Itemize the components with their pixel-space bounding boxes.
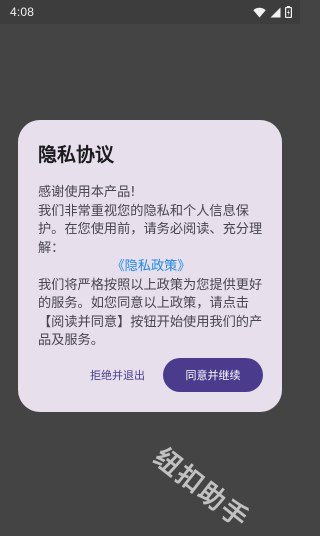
battery-icon bbox=[285, 6, 292, 18]
privacy-dialog: 隐私协议 感谢使用本产品! 我们非常重视您的隐私和个人信息保护。在您使用前，请务… bbox=[18, 120, 282, 412]
status-bar: 4:08 bbox=[0, 0, 300, 24]
body-consent: 我们将严格按照以上政策为您提供更好的服务。如您同意以上政策，请点击【阅读并同意】… bbox=[38, 277, 263, 349]
privacy-policy-link[interactable]: 《隐私政策》 bbox=[38, 258, 264, 277]
body-intro: 感谢使用本产品! bbox=[38, 185, 136, 200]
watermark: 纽扣助手 bbox=[147, 442, 255, 536]
dialog-title: 隐私协议 bbox=[38, 144, 115, 166]
status-time: 4:08 bbox=[10, 5, 35, 19]
dialog-actions: 拒绝并退出 同意并继续 bbox=[18, 357, 282, 393]
decline-button[interactable]: 拒绝并退出 bbox=[86, 359, 149, 391]
dialog-body: 感谢使用本产品! 我们非常重视您的隐私和个人信息保护。在您使用前，请务必阅读、充… bbox=[38, 184, 264, 351]
wifi-icon bbox=[253, 7, 266, 18]
signal-icon bbox=[270, 7, 281, 18]
accept-button[interactable]: 同意并继续 bbox=[163, 358, 263, 392]
body-notice: 我们非常重视您的隐私和个人信息保护。在您使用前，请务必阅读、充分理解： bbox=[38, 203, 263, 256]
status-icons bbox=[253, 6, 292, 18]
